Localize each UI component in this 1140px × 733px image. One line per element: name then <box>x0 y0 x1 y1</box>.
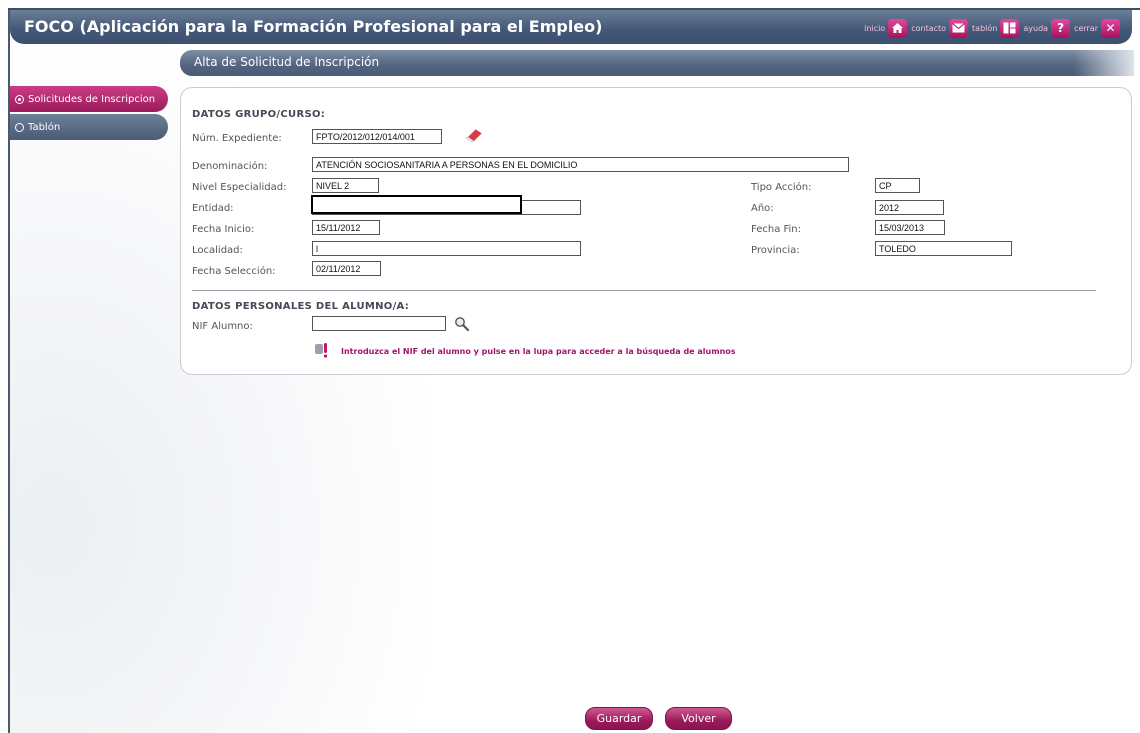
nivel-especialidad-label: Nivel Especialidad: <box>192 182 287 193</box>
entidad-label: Entidad: <box>192 203 234 214</box>
save-button[interactable]: Guardar <box>585 707 653 730</box>
header-link-label: ayuda <box>1023 23 1049 33</box>
app-header: FOCO (Aplicación para la Formación Profe… <box>10 10 1132 44</box>
header-link-label: contacto <box>911 23 947 33</box>
nif-alumno-label: NIF Alumno: <box>192 321 253 332</box>
search-icon[interactable] <box>454 316 470 332</box>
header-link-cerrar[interactable]: cerrar ✕ <box>1074 18 1120 38</box>
radio-selected-icon <box>15 94 24 104</box>
help-icon[interactable]: ? <box>1051 18 1071 38</box>
nivel-especialidad-field[interactable]: NIVEL 2 <box>312 178 379 193</box>
section-divider <box>192 290 1096 291</box>
eraser-icon[interactable] <box>465 127 485 143</box>
header-link-contacto[interactable]: contacto <box>911 18 969 38</box>
header-link-ayuda[interactable]: ayuda ? <box>1023 18 1071 38</box>
provincia-field[interactable]: TOLEDO <box>875 241 1012 256</box>
header-link-label: inicio <box>864 23 886 33</box>
fecha-seleccion-field[interactable]: 02/11/2012 <box>312 261 381 276</box>
app-window: FOCO (Aplicación para la Formación Profe… <box>0 0 1140 733</box>
home-icon[interactable] <box>888 18 908 38</box>
fecha-seleccion-label: Fecha Selección: <box>192 266 276 277</box>
header-link-label: cerrar <box>1074 23 1098 33</box>
localidad-label: Localidad: <box>192 245 243 256</box>
num-expediente-label: Núm. Expediente: <box>192 133 282 144</box>
back-button[interactable]: Volver <box>665 707 732 730</box>
section-title-grupo: DATOS GRUPO/CURSO: <box>192 109 326 120</box>
header-link-tablon[interactable]: tablón <box>972 18 1020 38</box>
header-link-inicio[interactable]: inicio <box>864 18 908 38</box>
tipo-accion-label: Tipo Acción: <box>751 182 812 193</box>
header-link-label: tablón <box>972 23 998 33</box>
redacted-block <box>311 195 522 214</box>
tipo-accion-field[interactable]: CP <box>875 178 920 193</box>
board-icon[interactable] <box>1000 18 1020 38</box>
num-expediente-field[interactable]: FPTO/2012/012/014/001 <box>312 129 442 144</box>
section-title-alumno: DATOS PERSONALES DEL ALUMNO/A: <box>192 301 410 312</box>
denominacion-field[interactable]: ATENCIÓN SOCIOSANITARIA A PERSONAS EN EL… <box>312 157 849 172</box>
localidad-field[interactable]: l <box>312 241 581 256</box>
page-title: Alta de Solicitud de Inscripción <box>194 55 380 69</box>
app-title: FOCO (Aplicación para la Formación Profe… <box>24 17 603 36</box>
header-links: inicio contacto tablón ayuda ? cerrar ✕ <box>864 18 1120 38</box>
radio-unselected-icon <box>15 122 24 132</box>
anio-label: Año: <box>751 203 774 214</box>
info-alert-icon <box>314 342 330 359</box>
sidebar-item-label: Solicitudes de Inscripcion <box>28 93 156 105</box>
close-icon[interactable]: ✕ <box>1101 18 1120 38</box>
fecha-fin-label: Fecha Fin: <box>751 224 802 235</box>
fecha-fin-field[interactable]: 15/03/2013 <box>875 220 945 235</box>
denominacion-label: Denominación: <box>192 161 268 172</box>
mail-icon[interactable] <box>949 18 969 38</box>
provincia-label: Provincia: <box>751 245 800 256</box>
page-title-bar: Alta de Solicitud de Inscripción <box>180 50 1134 76</box>
anio-field[interactable]: 2012 <box>875 200 944 215</box>
sidebar-item-solicitudes[interactable]: Solicitudes de Inscripcion <box>10 86 168 112</box>
info-message: Introduzca el NIF del alumno y pulse en … <box>341 347 736 356</box>
nif-alumno-field[interactable] <box>312 316 446 331</box>
sidebar-item-label: Tablón <box>28 121 61 133</box>
fecha-inicio-field[interactable]: 15/11/2012 <box>312 220 380 235</box>
sidebar-item-tablon[interactable]: Tablón <box>10 114 168 140</box>
fecha-inicio-label: Fecha Inicio: <box>192 224 255 235</box>
